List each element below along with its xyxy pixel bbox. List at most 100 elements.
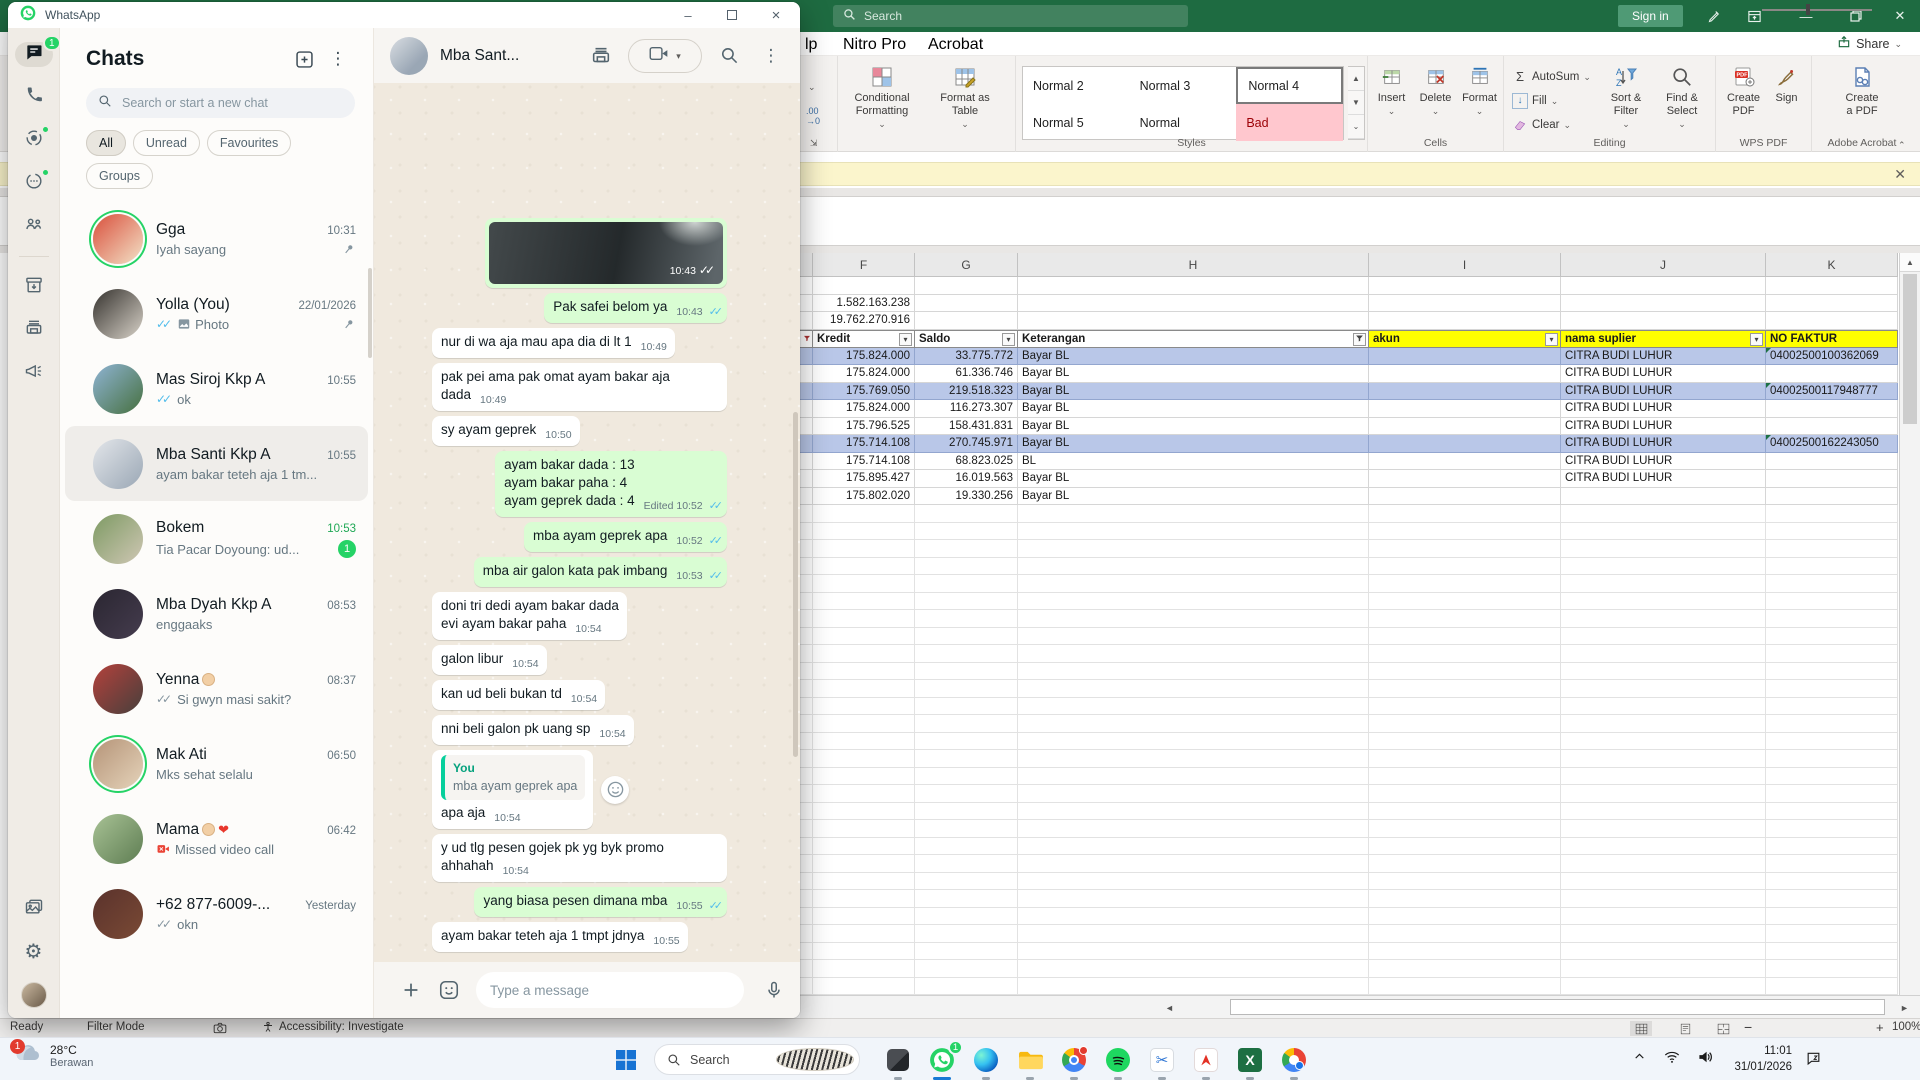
wa-maximize-button[interactable]: [715, 2, 749, 28]
spotify-taskbar-icon[interactable]: [1102, 1044, 1134, 1076]
keterangan-cell[interactable]: Bayar BL: [1018, 383, 1369, 401]
suplier-cell[interactable]: CITRA BUDI LUHUR: [1561, 435, 1766, 453]
cell[interactable]: [915, 277, 1018, 295]
cell[interactable]: [915, 925, 1018, 943]
message-bubble[interactable]: ayam bakar dada : 13 ayam bakar paha : 4…: [495, 451, 727, 517]
cell[interactable]: [1561, 820, 1766, 838]
saldo-cell[interactable]: 219.518.323: [915, 383, 1018, 401]
cell[interactable]: [800, 610, 813, 628]
file-explorer-taskbar-icon[interactable]: [1014, 1044, 1046, 1076]
mic-icon[interactable]: [764, 980, 784, 1000]
filter-favourites[interactable]: Favourites: [207, 130, 291, 156]
cell[interactable]: [800, 470, 813, 488]
suplier-cell[interactable]: CITRA BUDI LUHUR: [1561, 418, 1766, 436]
cell[interactable]: [800, 628, 813, 646]
sum-cell[interactable]: 19.762.270.916: [813, 312, 915, 330]
suplier-cell[interactable]: CITRA BUDI LUHUR: [1561, 383, 1766, 401]
suplier-cell[interactable]: CITRA BUDI LUHUR: [1561, 400, 1766, 418]
chat-list-item[interactable]: +62 877-6009-... Yesterday ✓✓okn: [65, 876, 368, 951]
cell[interactable]: [1018, 855, 1369, 873]
cell[interactable]: [1561, 925, 1766, 943]
cell[interactable]: [1369, 943, 1561, 961]
cell[interactable]: [1369, 575, 1561, 593]
cell[interactable]: [813, 978, 915, 996]
cell[interactable]: [1561, 523, 1766, 541]
message-input[interactable]: [476, 972, 744, 1008]
keterangan-cell[interactable]: Bayar BL: [1018, 488, 1369, 506]
cell[interactable]: [1766, 768, 1898, 786]
cell[interactable]: [800, 645, 813, 663]
cell[interactable]: [800, 838, 813, 856]
akun-cell[interactable]: [1369, 348, 1561, 366]
printer-icon[interactable]: [586, 41, 616, 71]
outgoing-message[interactable]: Pak safei belom ya10:43 ✓✓: [374, 293, 800, 323]
page-layout-view-icon[interactable]: [1674, 1021, 1696, 1036]
volume-icon[interactable]: [1698, 1050, 1714, 1069]
faktur-cell[interactable]: [1766, 488, 1898, 506]
incoming-message[interactable]: kan ud beli bukan td10:54: [374, 680, 800, 710]
cell[interactable]: [915, 558, 1018, 576]
cell[interactable]: [1766, 733, 1898, 751]
incoming-message[interactable]: sy ayam geprek10:50: [374, 416, 800, 446]
saldo-cell[interactable]: 270.745.971: [915, 435, 1018, 453]
filter-groups[interactable]: Groups: [86, 163, 153, 189]
style-normal-2[interactable]: Normal 2: [1023, 67, 1130, 104]
cell[interactable]: [1369, 628, 1561, 646]
suplier-cell[interactable]: CITRA BUDI LUHUR: [1561, 453, 1766, 471]
cell[interactable]: [1561, 663, 1766, 681]
outgoing-message[interactable]: mba air galon kata pak imbang10:53 ✓✓: [374, 557, 800, 587]
cell[interactable]: [800, 400, 813, 418]
cell[interactable]: [1018, 908, 1369, 926]
chats-menu-icon[interactable]: ⋮: [321, 44, 355, 74]
cell[interactable]: [1369, 680, 1561, 698]
cell[interactable]: [1369, 908, 1561, 926]
message-bubble[interactable]: Pak safei belom ya10:43 ✓✓: [544, 293, 727, 323]
cell[interactable]: [1561, 610, 1766, 628]
outgoing-message[interactable]: ayam bakar dada : 13 ayam bakar paha : 4…: [374, 451, 800, 517]
cell[interactable]: [915, 645, 1018, 663]
cell[interactable]: [1369, 873, 1561, 891]
cell[interactable]: [813, 698, 915, 716]
cell[interactable]: [915, 943, 1018, 961]
table-row[interactable]: 175.714.10868.823.025BLCITRA BUDI LUHUR: [800, 453, 1899, 471]
vscroll-thumb[interactable]: [1903, 274, 1917, 424]
cell[interactable]: [915, 750, 1018, 768]
faktur-cell[interactable]: [1766, 400, 1898, 418]
table-row[interactable]: 175.824.00033.775.772Bayar BLCITRA BUDI …: [800, 348, 1899, 366]
filter-all[interactable]: All: [86, 130, 126, 156]
cell[interactable]: [1766, 750, 1898, 768]
cell[interactable]: [800, 750, 813, 768]
incoming-message[interactable]: doni tri dedi ayam bakar dada evi ayam b…: [374, 592, 800, 640]
header-kredit[interactable]: Kredit▾: [813, 330, 915, 348]
column-header-I[interactable]: I: [1369, 253, 1561, 277]
cell[interactable]: [1018, 733, 1369, 751]
faktur-cell[interactable]: 04002500162243050: [1766, 435, 1898, 453]
cell[interactable]: [1766, 540, 1898, 558]
cell[interactable]: [800, 698, 813, 716]
cell[interactable]: [1369, 768, 1561, 786]
kredit-cell[interactable]: 175.824.000: [813, 365, 915, 383]
cell[interactable]: [1766, 890, 1898, 908]
message-bubble[interactable]: You mba ayam geprek apaapa aja10:54: [432, 750, 593, 829]
cell[interactable]: [915, 575, 1018, 593]
message-bubble[interactable]: sy ayam geprek10:50: [432, 416, 580, 446]
sidebar-item-archived[interactable]: [21, 274, 47, 300]
zoom-slider-thumb[interactable]: [1806, 4, 1810, 15]
sidebar-item-chats[interactable]: 1: [15, 42, 53, 67]
cell[interactable]: [800, 925, 813, 943]
column-header-F[interactable]: F: [813, 253, 915, 277]
cell[interactable]: [1561, 558, 1766, 576]
cell[interactable]: [800, 558, 813, 576]
cell[interactable]: [1018, 873, 1369, 891]
column-header-J[interactable]: J: [1561, 253, 1766, 277]
cell[interactable]: [813, 908, 915, 926]
cell[interactable]: [1369, 312, 1561, 330]
cell[interactable]: [915, 523, 1018, 541]
cell[interactable]: [1766, 873, 1898, 891]
cell[interactable]: [800, 820, 813, 838]
table-row[interactable]: 175.824.000116.273.307Bayar BLCITRA BUDI…: [800, 400, 1899, 418]
cell[interactable]: [800, 435, 813, 453]
chat-list-item[interactable]: Mak Ati 06:50 Mks sehat selalu: [65, 726, 368, 801]
table-header-row[interactable]: Kredit▾Saldo▾Keteranganakun▾nama suplier…: [800, 330, 1899, 348]
cell[interactable]: [1369, 890, 1561, 908]
